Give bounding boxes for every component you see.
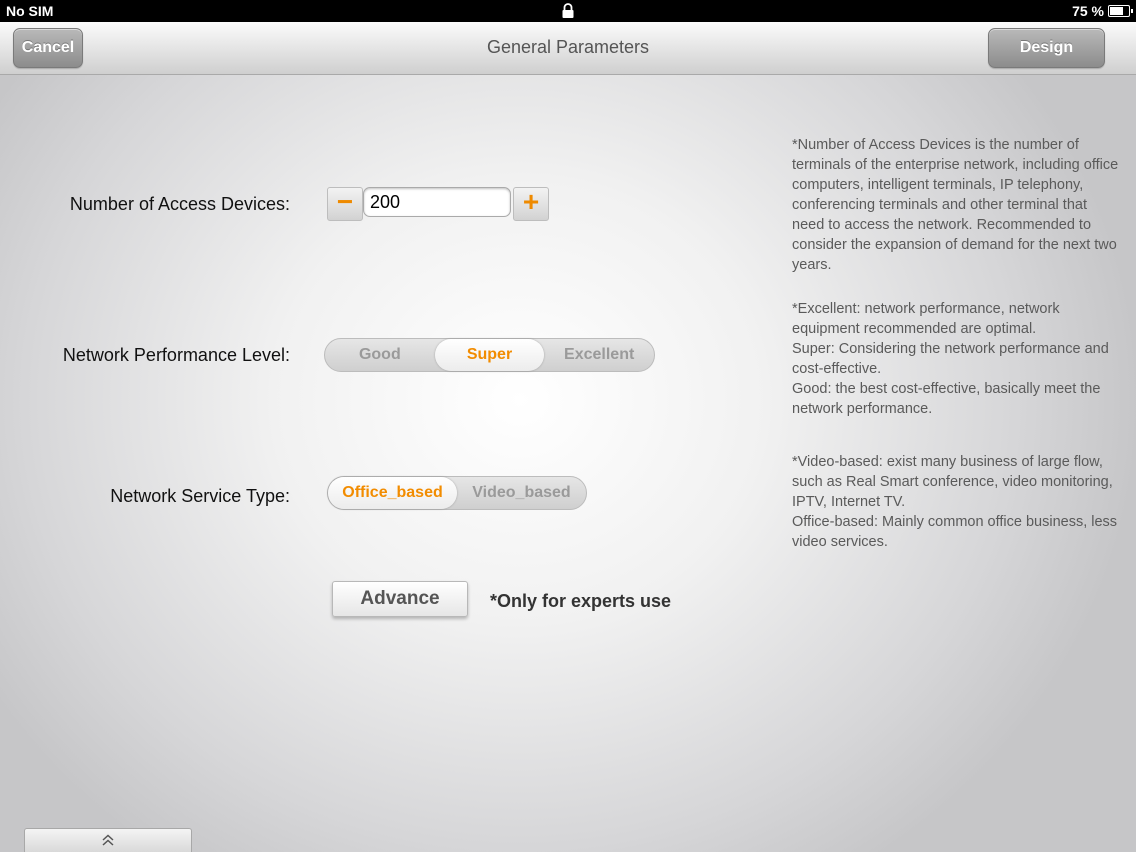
segment-office-based[interactable]: Office_based xyxy=(328,477,457,509)
navigation-bar: Cancel General Parameters Design xyxy=(0,22,1136,75)
increment-button[interactable]: + xyxy=(513,187,549,221)
help-performance-level: *Excellent: network performance, network… xyxy=(792,301,1109,417)
page-title: General Parameters xyxy=(486,37,650,57)
segment-good[interactable]: Good xyxy=(325,339,435,371)
carrier-text: No SIM xyxy=(6,3,54,19)
segment-excellent[interactable]: Excellent xyxy=(544,339,654,371)
decrement-button[interactable]: − xyxy=(327,187,363,221)
lock-icon xyxy=(561,3,575,19)
battery-icon xyxy=(1108,5,1133,17)
status-bar: No SIM 75 % xyxy=(0,0,1136,22)
double-chevron-up-icon xyxy=(101,829,115,852)
service-type-label: Network Service Type: xyxy=(110,486,290,506)
design-button[interactable]: Design xyxy=(988,28,1105,68)
help-service-type: *Video-based: exist many business of lar… xyxy=(792,454,1118,550)
help-access-devices: *Number of Access Devices is the number … xyxy=(792,137,1119,273)
segment-video-based[interactable]: Video_based xyxy=(457,477,586,509)
advance-button[interactable]: Advance xyxy=(332,581,468,617)
service-type-segmented-control: Office_based Video_based xyxy=(327,476,587,510)
battery-percent: 75 % xyxy=(1072,3,1104,19)
performance-level-label: Network Performance Level: xyxy=(62,345,290,365)
expand-panel-tab[interactable] xyxy=(24,828,192,852)
segment-super[interactable]: Super xyxy=(434,339,545,371)
performance-level-segmented-control: Good Super Excellent xyxy=(324,338,655,372)
access-devices-input[interactable] xyxy=(363,187,511,217)
experts-note: *Only for experts use xyxy=(490,591,672,611)
access-devices-label: Number of Access Devices: xyxy=(69,194,290,214)
